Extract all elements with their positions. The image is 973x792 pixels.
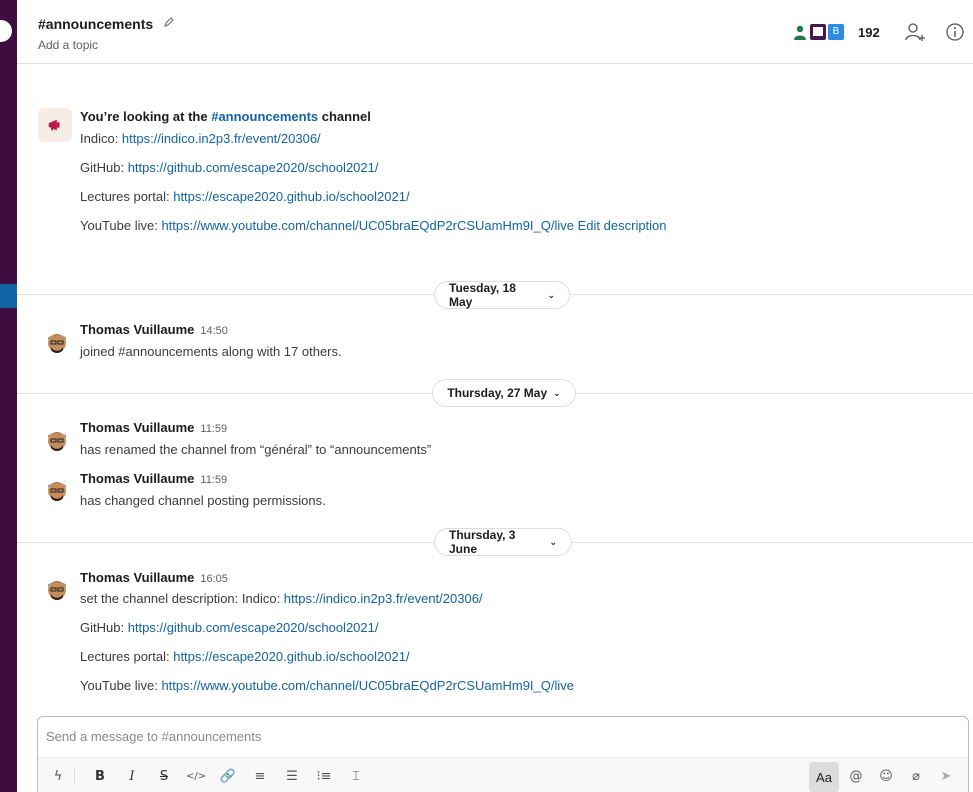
indico-link[interactable]: https://indico.in2p3.fr/event/20306/ bbox=[122, 131, 321, 146]
code-block-icon[interactable]: ⌶ bbox=[346, 766, 366, 786]
workspace-icon[interactable] bbox=[0, 20, 12, 42]
formatting-toggle-button[interactable]: Aa bbox=[809, 762, 839, 792]
message-text: set the channel description: Indico: htt… bbox=[80, 591, 483, 606]
avatar[interactable] bbox=[45, 479, 69, 503]
italic-icon[interactable]: I bbox=[122, 766, 142, 786]
date-pill[interactable]: Thursday, 3 June ⌄ bbox=[434, 528, 572, 556]
intro-channel-link[interactable]: #announcements bbox=[211, 109, 318, 124]
member-avatar bbox=[808, 22, 828, 42]
intro-line-github: GitHub: https://github.com/escape2020/sc… bbox=[80, 160, 378, 175]
intro-title: You’re looking at the #announcements cha… bbox=[80, 109, 371, 124]
member-avatars[interactable]: B bbox=[790, 22, 850, 44]
date-label: Thursday, 3 June bbox=[449, 528, 516, 556]
line-label: Lectures portal: bbox=[80, 189, 174, 204]
edit-description-link[interactable]: Edit description bbox=[578, 218, 667, 233]
author-name[interactable]: Thomas Vuillaume bbox=[80, 471, 194, 486]
message-author[interactable]: Thomas Vuillaume 11:59 bbox=[80, 471, 227, 486]
member-count[interactable]: 192 bbox=[858, 25, 880, 40]
add-member-icon[interactable] bbox=[905, 22, 927, 42]
channel-name[interactable]: #announcements bbox=[38, 16, 153, 32]
member-avatar: B bbox=[826, 22, 846, 42]
message-input[interactable] bbox=[38, 717, 968, 755]
intro-title-suffix: channel bbox=[318, 109, 371, 124]
message-text: has changed channel posting permissions. bbox=[80, 493, 326, 508]
github-link[interactable]: https://github.com/escape2020/school2021… bbox=[128, 620, 379, 635]
line-label: GitHub: bbox=[80, 620, 128, 635]
message-author[interactable]: Thomas Vuillaume 14:50 bbox=[80, 322, 228, 337]
message-timestamp[interactable]: 14:50 bbox=[200, 325, 228, 337]
message-text: has renamed the channel from “général” t… bbox=[80, 442, 432, 457]
blockquote-icon[interactable]: ⁝≡ bbox=[314, 766, 334, 786]
github-link[interactable]: https://github.com/escape2020/school2021… bbox=[128, 160, 379, 175]
bulleted-list-icon[interactable]: ☰ bbox=[282, 766, 302, 786]
send-icon[interactable]: ➤ bbox=[936, 766, 956, 786]
line-label: Indico: bbox=[80, 131, 122, 146]
chevron-down-icon: ⌄ bbox=[549, 536, 557, 547]
info-icon[interactable] bbox=[945, 22, 965, 42]
emoji-icon[interactable]: ☺ bbox=[876, 766, 896, 786]
user-icon bbox=[794, 25, 806, 40]
active-channel-marker bbox=[0, 284, 17, 308]
lectures-link[interactable]: https://escape2020.github.io/school2021/ bbox=[173, 649, 409, 664]
message-timestamp[interactable]: 16:05 bbox=[200, 573, 228, 585]
avatar[interactable] bbox=[45, 578, 69, 602]
line-label: Lectures portal: bbox=[80, 649, 174, 664]
description-line-github: GitHub: https://github.com/escape2020/sc… bbox=[80, 620, 378, 635]
add-topic-link[interactable]: Add a topic bbox=[38, 38, 98, 52]
strikethrough-icon[interactable]: S bbox=[154, 766, 174, 786]
date-label: Thursday, 27 May bbox=[447, 386, 548, 400]
mention-icon[interactable]: @ bbox=[846, 766, 866, 786]
line-label: YouTube live: bbox=[80, 218, 162, 233]
lightning-icon[interactable]: ϟ bbox=[48, 766, 68, 786]
message-text-prefix: set the channel description: Indico: bbox=[80, 591, 284, 606]
youtube-link[interactable]: https://www.youtube.com/channel/UC05braE… bbox=[161, 218, 574, 233]
youtube-link[interactable]: https://www.youtube.com/channel/UC05braE… bbox=[161, 678, 574, 693]
description-line-youtube: YouTube live: https://www.youtube.com/ch… bbox=[80, 678, 574, 693]
formatting-toolbar: ϟ B I S </> 🔗 ≡ ☰ ⁝≡ ⌶ Aa @ ☺ ⌀ ➤ bbox=[38, 757, 968, 792]
intro-line-youtube: YouTube live: https://www.youtube.com/ch… bbox=[80, 218, 667, 233]
intro-line-indico: Indico: https://indico.in2p3.fr/event/20… bbox=[80, 131, 321, 146]
message-timestamp[interactable]: 11:59 bbox=[200, 474, 227, 486]
numbered-list-icon[interactable]: ≡ bbox=[250, 766, 270, 786]
message-text: joined #announcements along with 17 othe… bbox=[80, 344, 342, 359]
date-pill[interactable]: Thursday, 27 May ⌄ bbox=[432, 379, 576, 407]
author-name[interactable]: Thomas Vuillaume bbox=[80, 420, 194, 435]
link-icon[interactable]: 🔗 bbox=[218, 766, 238, 786]
message-author[interactable]: Thomas Vuillaume 16:05 bbox=[80, 570, 228, 585]
indico-link[interactable]: https://indico.in2p3.fr/event/20306/ bbox=[284, 591, 483, 606]
attachment-icon[interactable]: ⌀ bbox=[906, 766, 926, 786]
toolbar-divider bbox=[74, 767, 75, 785]
code-icon[interactable]: </> bbox=[186, 766, 206, 786]
avatar[interactable] bbox=[45, 331, 69, 355]
intro-title-prefix: You’re looking at the bbox=[80, 109, 212, 124]
date-pill[interactable]: Tuesday, 18 May ⌄ bbox=[434, 281, 570, 309]
line-label: YouTube live: bbox=[80, 678, 162, 693]
author-name[interactable]: Thomas Vuillaume bbox=[80, 570, 194, 585]
description-line-lectures: Lectures portal: https://escape2020.gith… bbox=[80, 649, 410, 664]
message-author[interactable]: Thomas Vuillaume 11:59 bbox=[80, 420, 227, 435]
channel-header: #announcements Add a topic B 192 bbox=[17, 0, 973, 64]
bold-icon[interactable]: B bbox=[90, 766, 110, 786]
member-avatar bbox=[790, 22, 810, 42]
intro-line-lectures: Lectures portal: https://escape2020.gith… bbox=[80, 189, 410, 204]
megaphone-icon bbox=[38, 108, 72, 142]
chevron-down-icon: ⌄ bbox=[553, 387, 561, 398]
workspace-sidebar bbox=[0, 0, 17, 792]
date-label: Tuesday, 18 May bbox=[449, 281, 516, 309]
author-name[interactable]: Thomas Vuillaume bbox=[80, 322, 194, 337]
chevron-down-icon: ⌄ bbox=[547, 289, 555, 300]
avatar[interactable] bbox=[45, 429, 69, 453]
lectures-link[interactable]: https://escape2020.github.io/school2021/ bbox=[173, 189, 409, 204]
message-composer: ϟ B I S </> 🔗 ≡ ☰ ⁝≡ ⌶ Aa @ ☺ ⌀ ➤ bbox=[37, 716, 969, 792]
pencil-icon[interactable] bbox=[163, 16, 175, 28]
user-icon bbox=[813, 27, 823, 36]
message-timestamp[interactable]: 11:59 bbox=[200, 423, 227, 435]
line-label: GitHub: bbox=[80, 160, 128, 175]
